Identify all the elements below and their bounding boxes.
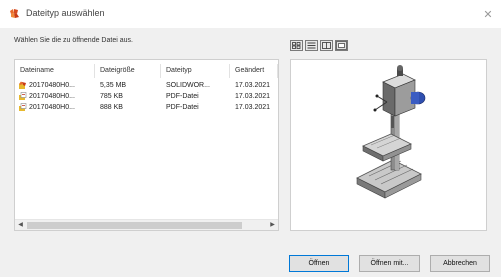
open-with-button[interactable]: Öffnen mit... <box>359 255 420 272</box>
scrollbar-thumb[interactable] <box>27 222 242 229</box>
file-modified-cell: 17.03.2021 <box>235 104 271 111</box>
file-modified-cell: 17.03.2021 <box>235 82 271 89</box>
file-preview-pane <box>290 59 487 231</box>
close-button[interactable]: ✕ <box>475 0 501 28</box>
open-button[interactable]: Öffnen <box>289 255 349 272</box>
file-modified-cell: 17.03.2021 <box>235 93 271 100</box>
instruction-label: Wählen Sie die zu öffnende Datei aus. <box>14 37 133 44</box>
title-bar: Dateityp auswählen ✕ <box>0 0 501 28</box>
column-header-size[interactable]: Dateigröße <box>95 64 161 78</box>
horizontal-scrollbar[interactable]: ◀ ▶ <box>15 219 278 230</box>
file-name-cell: 20170480H0... <box>15 102 95 113</box>
column-header-type[interactable]: Dateityp <box>161 64 230 78</box>
file-size-cell: 888 KB <box>100 104 123 111</box>
file-row[interactable]: 20170480H0... 785 KB PDF-Datei 17.03.202… <box>15 91 278 102</box>
column-header-modified[interactable]: Geändert <box>230 64 278 78</box>
list-body: 20170480H0... 5,35 MB SOLIDWOR... 17.03.… <box>15 80 278 113</box>
solidworks-file-icon <box>19 81 26 89</box>
view-mode-toolbar <box>290 40 348 51</box>
solidworks-app-icon <box>9 8 20 19</box>
large-icons-view-icon <box>292 42 301 49</box>
file-type-dialog: Dateityp auswählen ✕ Wählen Sie die zu ö… <box>0 0 501 277</box>
file-name-cell: 20170480H0... <box>15 80 95 91</box>
details-view-button[interactable] <box>305 40 318 51</box>
cancel-button[interactable]: Abbrechen <box>430 255 490 272</box>
file-type-cell: SOLIDWOR... <box>166 82 210 89</box>
close-icon: ✕ <box>483 8 493 21</box>
details-view-icon <box>307 42 316 49</box>
pdf-file-icon <box>19 92 27 100</box>
list-header: Dateiname Dateigröße Dateityp Geändert <box>15 64 278 78</box>
file-row[interactable]: 20170480H0... 5,35 MB SOLIDWOR... 17.03.… <box>15 80 278 91</box>
file-list[interactable]: Dateiname Dateigröße Dateityp Geändert 2… <box>14 59 279 231</box>
large-icons-view-button[interactable] <box>290 40 303 51</box>
file-name: 20170480H0... <box>29 93 75 100</box>
list-view-button[interactable] <box>320 40 333 51</box>
pdf-file-icon <box>19 103 27 111</box>
dialog-title: Dateityp auswählen <box>26 8 105 18</box>
drill-press-preview-image <box>356 65 426 199</box>
file-name: 20170480H0... <box>29 82 75 89</box>
file-name-cell: 20170480H0... <box>15 91 95 102</box>
preview-view-button[interactable] <box>335 40 348 51</box>
column-header-name[interactable]: Dateiname <box>15 64 95 78</box>
scroll-right-icon[interactable]: ▶ <box>267 220 278 231</box>
file-row[interactable]: 20170480H0... 888 KB PDF-Datei 17.03.202… <box>15 102 278 113</box>
file-type-cell: PDF-Datei <box>166 93 199 100</box>
file-size-cell: 5,35 MB <box>100 82 127 89</box>
list-view-icon <box>322 42 331 49</box>
file-type-cell: PDF-Datei <box>166 104 199 111</box>
file-size-cell: 785 KB <box>100 93 123 100</box>
preview-view-icon <box>337 42 346 49</box>
scroll-left-icon[interactable]: ◀ <box>15 220 26 231</box>
file-name: 20170480H0... <box>29 104 75 111</box>
